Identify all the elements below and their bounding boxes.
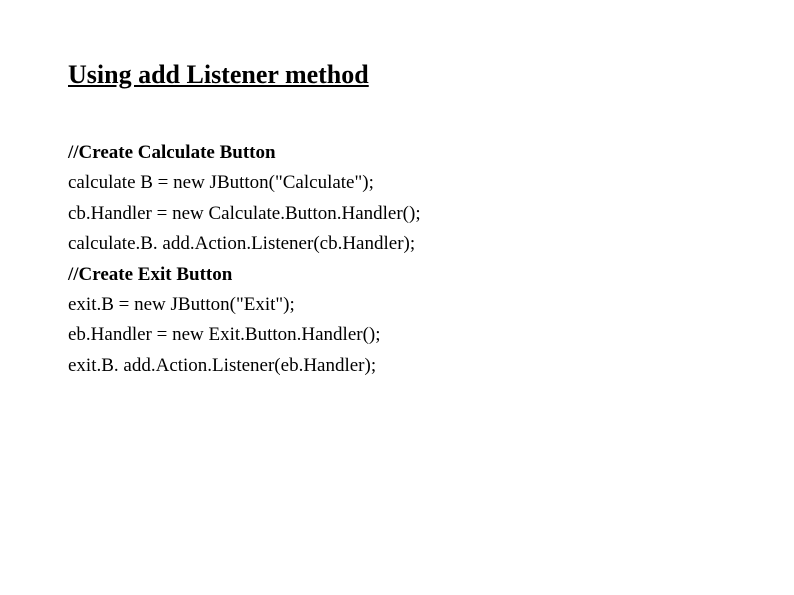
code-line: cb.Handler = new Calculate.Button.Handle… [68, 199, 726, 229]
code-line: eb.Handler = new Exit.Button.Handler(); [68, 320, 726, 350]
page-title: Using add Listener method [68, 60, 726, 90]
code-line-comment: //Create Exit Button [68, 260, 726, 290]
code-line: calculate.B. add.Action.Listener(cb.Hand… [68, 229, 726, 259]
code-line: calculate B = new JButton("Calculate"); [68, 168, 726, 198]
code-line-comment: //Create Calculate Button [68, 138, 726, 168]
code-line: exit.B. add.Action.Listener(eb.Handler); [68, 351, 726, 381]
document-page: Using add Listener method //Create Calcu… [0, 0, 794, 381]
code-line: exit.B = new JButton("Exit"); [68, 290, 726, 320]
